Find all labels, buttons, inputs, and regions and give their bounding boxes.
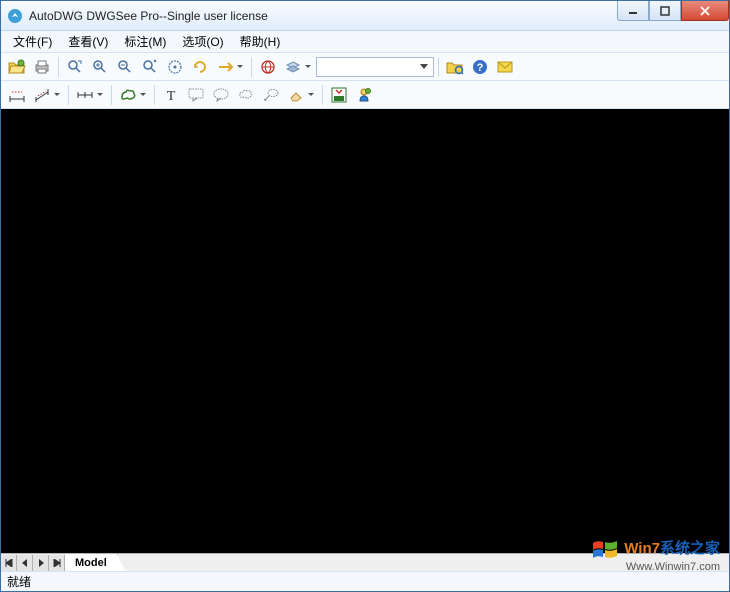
zoom-extents-button[interactable] [138,55,162,79]
rotate-button[interactable] [188,55,212,79]
tab-model-label: Model [75,557,107,569]
tab-prev-button[interactable] [17,555,33,571]
minimize-button[interactable] [617,1,649,21]
text-tool-icon[interactable]: T [159,83,183,107]
menubar: 文件(F) 查看(V) 标注(M) 选项(O) 帮助(H) [1,31,729,53]
layers-button[interactable] [281,55,315,79]
zoom-window-button[interactable] [63,55,87,79]
app-icon [7,8,23,24]
comment-rect-icon[interactable] [184,83,208,107]
separator [438,57,439,77]
window-controls [617,1,729,21]
print-button[interactable] [30,55,54,79]
separator [68,85,69,105]
zoom-out-button[interactable] [113,55,137,79]
eraser-icon[interactable] [284,83,318,107]
separator [322,85,323,105]
leader-icon[interactable] [259,83,283,107]
dimension-linear-icon[interactable] [5,83,29,107]
statusbar: 就绪 [1,571,729,591]
tab-last-button[interactable] [49,555,65,571]
menu-annotate[interactable]: 标注(M) [116,31,174,52]
close-button[interactable] [681,1,729,21]
separator [58,57,59,77]
separator [251,57,252,77]
drawing-canvas[interactable] [1,109,729,553]
tab-strip: Model [1,553,729,571]
menu-view[interactable]: 查看(V) [60,31,116,52]
comment-cloud-icon[interactable] [234,83,258,107]
layer-combo[interactable] [316,57,434,77]
app-window: AutoDWG DWGSee Pro--Single user license … [0,0,730,592]
svg-text:T: T [167,89,176,102]
toolbar-annotate: T [1,81,729,109]
titlebar: AutoDWG DWGSee Pro--Single user license [1,1,729,31]
separator [111,85,112,105]
open-button[interactable] [5,55,29,79]
menu-help[interactable]: 帮助(H) [232,31,289,52]
forward-button[interactable] [213,55,247,79]
save-markup-icon[interactable] [327,83,351,107]
redline-person-icon[interactable] [352,83,376,107]
separator [154,85,155,105]
world-button[interactable] [256,55,280,79]
browse-folder-button[interactable] [443,55,467,79]
comment-bubble-icon[interactable] [209,83,233,107]
maximize-button[interactable] [649,1,681,21]
window-title: AutoDWG DWGSee Pro--Single user license [29,9,268,23]
tab-model[interactable]: Model [65,554,118,571]
tab-next-button[interactable] [33,555,49,571]
tab-first-button[interactable] [1,555,17,571]
dimension-aligned-icon[interactable] [30,83,64,107]
revision-cloud-icon[interactable] [116,83,150,107]
menu-options[interactable]: 选项(O) [174,31,231,52]
status-text: 就绪 [7,573,31,590]
mail-button[interactable] [493,55,517,79]
svg-text:?: ? [477,62,484,74]
zoom-in-button[interactable] [88,55,112,79]
help-button[interactable]: ? [468,55,492,79]
pan-button[interactable] [163,55,187,79]
dimension-continue-icon[interactable] [73,83,107,107]
chevron-down-icon [417,60,431,74]
toolbar-main: ? [1,53,729,81]
menu-file[interactable]: 文件(F) [5,31,60,52]
